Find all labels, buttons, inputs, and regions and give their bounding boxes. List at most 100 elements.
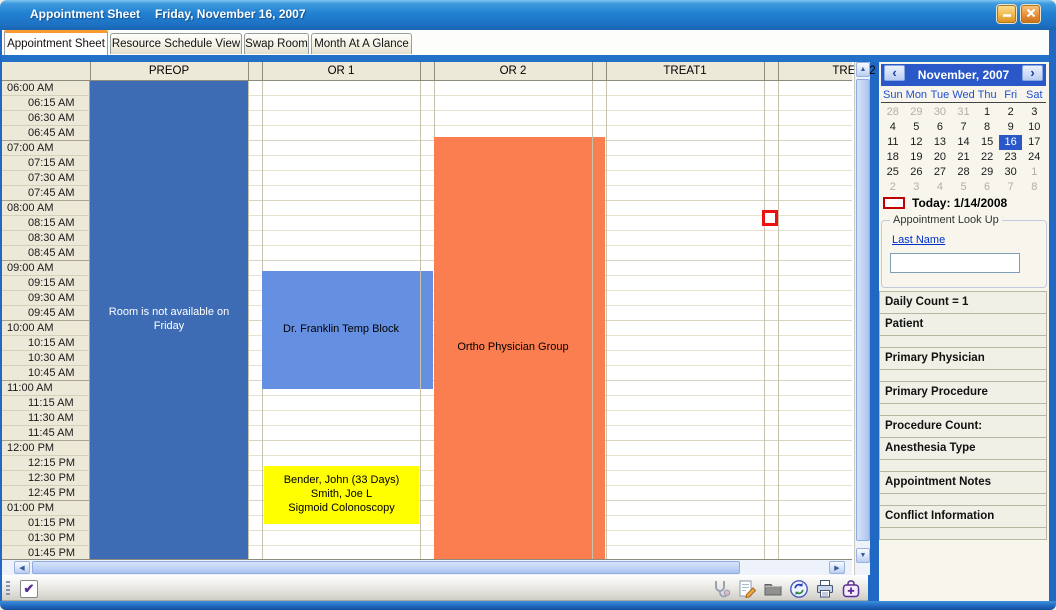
- scroll-down-button[interactable]: ▼: [856, 548, 870, 563]
- calendar-dow-sat: Sat: [1022, 89, 1046, 102]
- close-button[interactable]: [1021, 5, 1040, 23]
- folder-icon[interactable]: [761, 578, 784, 600]
- calendar-day-31[interactable]: 31: [952, 105, 976, 120]
- calendar-day-25[interactable]: 25: [881, 165, 905, 180]
- calendar-day-23[interactable]: 23: [999, 150, 1023, 165]
- info-row-appointment-notes: Appointment Notes: [879, 471, 1047, 494]
- calendar-day-26[interactable]: 26: [905, 165, 929, 180]
- calendar-day-8[interactable]: 8: [975, 120, 999, 135]
- calendar-day-6[interactable]: 6: [928, 120, 952, 135]
- calendar-day-3[interactable]: 3: [905, 180, 929, 195]
- grid-body[interactable]: 06:00 AM06:15 AM06:30 AM06:45 AM07:00 AM…: [2, 81, 852, 559]
- calendar-day-1[interactable]: 1: [1022, 165, 1046, 180]
- scroll-right-button[interactable]: ▶: [829, 561, 845, 574]
- appointment-block-room-unavailable[interactable]: Room is not available onFriday: [90, 81, 248, 559]
- calendar-day-7[interactable]: 7: [952, 120, 976, 135]
- stethoscope-icon[interactable]: [709, 578, 732, 600]
- calendar-day-grid: 2829303112345678910111213141516171819202…: [881, 105, 1046, 195]
- calendar-day-19[interactable]: 19: [905, 150, 929, 165]
- tab-swap-room[interactable]: Swap Room: [244, 33, 309, 54]
- time-label-08-00-am: 08:00 AM: [2, 201, 90, 216]
- appointment-block-ortho-physician-group[interactable]: Ortho Physician Group: [434, 137, 592, 559]
- last-name-link[interactable]: Last Name: [892, 234, 945, 246]
- calendar-day-4[interactable]: 4: [928, 180, 952, 195]
- tab-month-at-a-glance[interactable]: Month At A Glance: [311, 33, 412, 54]
- calendar-day-24[interactable]: 24: [1022, 150, 1046, 165]
- time-label-10-15-am: 10:15 AM: [2, 336, 90, 351]
- calendar-day-2[interactable]: 2: [881, 180, 905, 195]
- calendar-dow-tue: Tue: [928, 89, 952, 102]
- calendar-day-16[interactable]: 16: [999, 135, 1023, 150]
- time-label-06-45-am: 06:45 AM: [2, 126, 90, 141]
- calendar-day-12[interactable]: 12: [905, 135, 929, 150]
- calendar-day-29[interactable]: 29: [905, 105, 929, 120]
- calendar-day-9[interactable]: 9: [999, 120, 1023, 135]
- calendar-day-1[interactable]: 1: [975, 105, 999, 120]
- calendar-day-18[interactable]: 18: [881, 150, 905, 165]
- info-row-anesthesia-type: Anesthesia Type: [879, 437, 1047, 460]
- time-label-01-00-pm: 01:00 PM: [2, 501, 90, 516]
- edit-note-icon[interactable]: [735, 578, 758, 600]
- calendar-prev-button[interactable]: ‹: [884, 65, 905, 81]
- calendar-day-27[interactable]: 27: [928, 165, 952, 180]
- calendar-day-28[interactable]: 28: [952, 165, 976, 180]
- appointment-block-colonoscopy-appointment[interactable]: Bender, John (33 Days)Smith, Joe LSigmoi…: [264, 466, 419, 524]
- scroll-up-button[interactable]: ▲: [856, 62, 870, 77]
- time-label-10-30-am: 10:30 AM: [2, 351, 90, 366]
- calendar-day-3[interactable]: 3: [1022, 105, 1046, 120]
- horizontal-scrollbar[interactable]: ◀ ▶: [2, 560, 852, 575]
- calendar-day-30[interactable]: 30: [928, 105, 952, 120]
- calendar-day-10[interactable]: 10: [1022, 120, 1046, 135]
- calendar-day-17[interactable]: 17: [1022, 135, 1046, 150]
- v-scroll-thumb[interactable]: [856, 79, 870, 541]
- info-row-patient: Patient: [879, 313, 1047, 336]
- info-row-primary-physician: Primary Physician: [879, 347, 1047, 370]
- calendar-day-21[interactable]: 21: [952, 150, 976, 165]
- toolbar-checkbox[interactable]: ✔: [20, 580, 38, 598]
- calendar-day-7[interactable]: 7: [999, 180, 1023, 195]
- medical-bag-icon[interactable]: [839, 578, 862, 600]
- print-icon[interactable]: [813, 578, 836, 600]
- scroll-left-button[interactable]: ◀: [14, 561, 30, 574]
- today-row[interactable]: Today: 1/14/2008: [883, 196, 1007, 210]
- calendar-next-button[interactable]: ›: [1022, 65, 1043, 81]
- calendar-day-11[interactable]: 11: [881, 135, 905, 150]
- vertical-scrollbar[interactable]: ▲ ▼: [854, 62, 870, 575]
- time-label-11-30-am: 11:30 AM: [2, 411, 90, 426]
- window-inner-band: [0, 55, 1056, 62]
- calendar-day-5[interactable]: 5: [952, 180, 976, 195]
- calendar-day-2[interactable]: 2: [999, 105, 1023, 120]
- column-header-or-2: OR 2: [434, 62, 592, 80]
- minimize-button[interactable]: [997, 5, 1016, 23]
- time-label-01-30-pm: 01:30 PM: [2, 531, 90, 546]
- appointment-block-ortho-physician-group-strip[interactable]: [593, 137, 605, 559]
- appointment-block-franklin-temp-block[interactable]: Dr. Franklin Temp Block: [262, 271, 420, 389]
- calendar-day-29[interactable]: 29: [975, 165, 999, 180]
- time-label-12-00-pm: 12:00 PM: [2, 441, 90, 456]
- calendar-day-15[interactable]: 15: [975, 135, 999, 150]
- calendar-day-22[interactable]: 22: [975, 150, 999, 165]
- calendar-day-13[interactable]: 13: [928, 135, 952, 150]
- appointment-lookup-group: Appointment Look Up Last Name: [881, 220, 1047, 288]
- toolbar-grip[interactable]: [6, 581, 10, 597]
- time-label-09-45-am: 09:45 AM: [2, 306, 90, 321]
- minimize-icon: [1002, 5, 1012, 23]
- calendar-day-20[interactable]: 20: [928, 150, 952, 165]
- calendar-day-14[interactable]: 14: [952, 135, 976, 150]
- calendar-day-4[interactable]: 4: [881, 120, 905, 135]
- tab-appointment-sheet[interactable]: Appointment Sheet: [4, 30, 108, 55]
- info-panel: Daily Count = 1PatientPrimary PhysicianP…: [879, 292, 1047, 540]
- refresh-icon[interactable]: [787, 578, 810, 600]
- calendar-day-30[interactable]: 30: [999, 165, 1023, 180]
- tab-resource-schedule-view[interactable]: Resource Schedule View: [110, 33, 242, 54]
- calendar-dow-wed: Wed: [952, 89, 976, 102]
- calendar-day-28[interactable]: 28: [881, 105, 905, 120]
- h-scroll-thumb[interactable]: [32, 561, 740, 574]
- last-name-input[interactable]: [890, 253, 1020, 273]
- right-panel: November, 2007 ‹ › SunMonTueWedThuFriSat…: [879, 62, 1049, 601]
- calendar-day-5[interactable]: 5: [905, 120, 929, 135]
- titlebar: Appointment Sheet Friday, November 16, 2…: [0, 0, 1056, 30]
- calendar-day-6[interactable]: 6: [975, 180, 999, 195]
- appointment-block-franklin-temp-block-strip[interactable]: [421, 271, 433, 389]
- calendar-day-8[interactable]: 8: [1022, 180, 1046, 195]
